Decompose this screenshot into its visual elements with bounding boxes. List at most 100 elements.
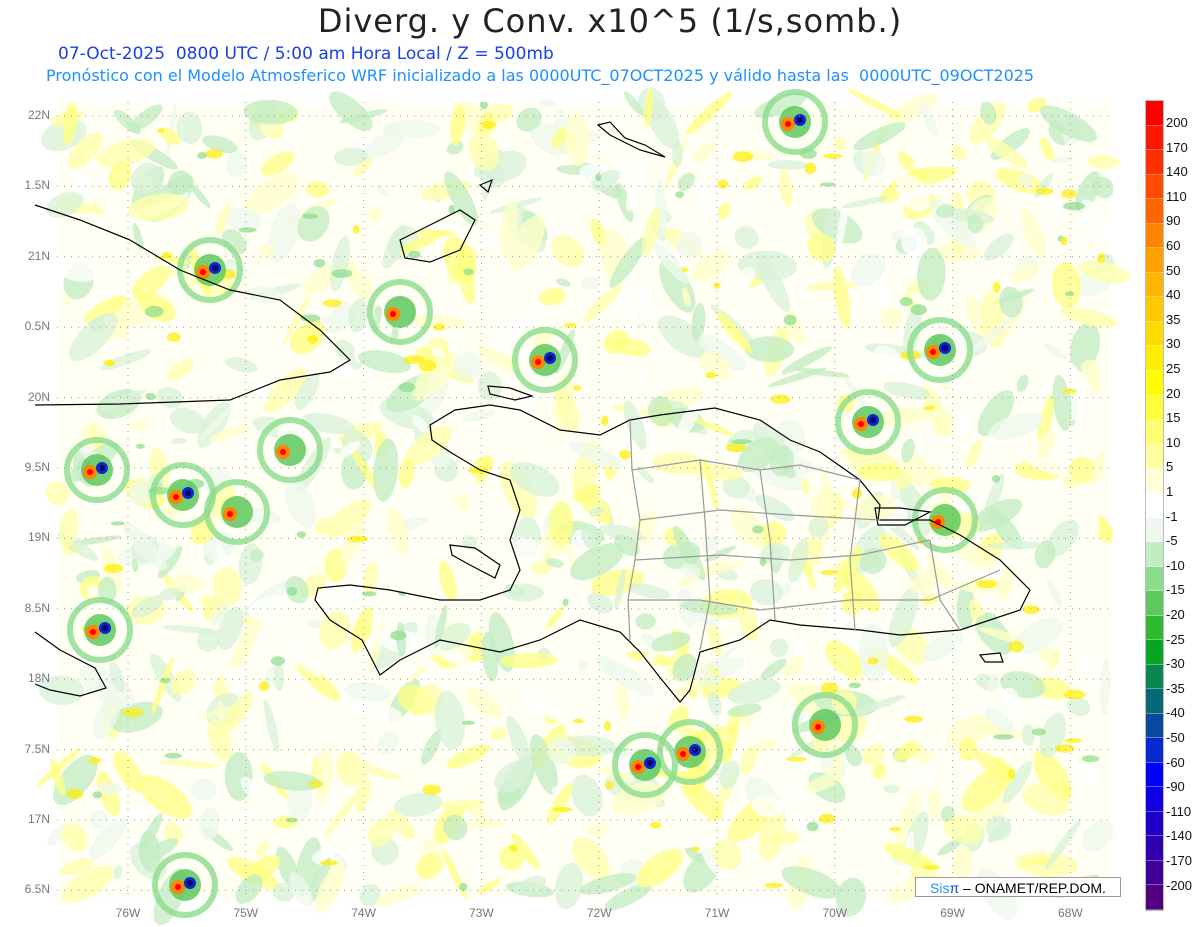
divergence-core — [930, 349, 936, 355]
colorbar-cell — [1146, 101, 1163, 126]
divergence-core — [858, 421, 864, 427]
colorbar-cell — [1146, 395, 1163, 420]
field-blob — [398, 382, 416, 393]
field-blob — [1035, 187, 1054, 195]
field-blob — [562, 598, 569, 607]
field-blob — [103, 563, 123, 573]
field-blob — [422, 784, 442, 795]
colorbar-cell — [1146, 125, 1163, 150]
field-blob — [403, 355, 425, 365]
field-blob — [302, 213, 319, 219]
convergence-core — [870, 417, 876, 423]
colorbar-label: 50 — [1166, 262, 1181, 278]
colorbar-cell — [1146, 370, 1163, 395]
colorbar-cell — [1146, 248, 1163, 273]
colorbar-label: 200 — [1166, 115, 1188, 130]
lon-label: 76W — [115, 906, 141, 920]
field-blob — [1064, 738, 1083, 743]
colorbar-cell — [1146, 468, 1163, 493]
field-blob — [770, 394, 791, 404]
colorbar-label: -5 — [1166, 533, 1178, 549]
colorbar-label: -20 — [1166, 607, 1185, 622]
colorbar-cell — [1146, 787, 1163, 812]
field-blob — [889, 826, 901, 832]
field-blob — [712, 282, 721, 289]
field-blob — [851, 488, 863, 499]
convergence-core — [797, 117, 803, 123]
lon-label: 72W — [586, 906, 612, 920]
colorbar-cell — [1146, 272, 1163, 297]
divergence-map — [34, 87, 1131, 926]
field-blob — [313, 258, 326, 268]
lon-label: 75W — [233, 906, 259, 920]
divergence-core — [90, 629, 96, 635]
convergence-core — [647, 760, 653, 766]
field-blob — [705, 372, 717, 379]
field-blob — [105, 360, 116, 367]
field-blob — [238, 227, 257, 233]
colorbar-label: -90 — [1166, 779, 1185, 795]
convergence-core — [185, 490, 191, 496]
colorbar-cell — [1146, 517, 1163, 542]
field-blob — [806, 821, 819, 832]
colorbar-cell — [1146, 615, 1163, 640]
field-blob — [92, 791, 102, 799]
colorbar-cell — [1146, 174, 1163, 199]
colorbar-cell — [1146, 885, 1163, 910]
lat-label: 0.5N — [24, 319, 50, 334]
credit-box: Sisπ – ONAMET/REP.DOM. — [915, 877, 1121, 897]
field-blob — [731, 439, 753, 444]
colorbar-cell — [1146, 542, 1163, 567]
lat-label: 19N — [27, 530, 50, 545]
field-blob — [390, 630, 407, 641]
field-blob — [459, 882, 468, 891]
field-blob — [992, 281, 1001, 293]
lon-label: 74W — [351, 906, 376, 920]
field-blob — [1064, 291, 1075, 297]
colorbar-label: -40 — [1166, 705, 1185, 721]
colorbar-cell — [1146, 738, 1163, 763]
colorbar-label: 20 — [1166, 385, 1181, 401]
colorbar-label: -10 — [1166, 557, 1185, 573]
field-blob — [408, 250, 421, 259]
colorbar-cell — [1146, 860, 1163, 885]
field-blob — [1054, 744, 1075, 753]
field-blob — [258, 681, 270, 691]
colorbar-label: 40 — [1166, 287, 1181, 303]
colorbar-cell — [1146, 591, 1163, 616]
colorbar-label: 15 — [1166, 410, 1181, 426]
colorbar-label: -1 — [1166, 508, 1178, 524]
field-blob — [122, 707, 144, 718]
divergence-core — [173, 494, 179, 500]
convergence-core — [212, 265, 218, 271]
colorbar-cell — [1146, 664, 1163, 689]
colorbar-cell — [1146, 640, 1163, 665]
field-blob — [136, 443, 145, 449]
colorbar-cell — [1146, 223, 1163, 248]
field-blob — [300, 314, 321, 323]
colorbar-label: -50 — [1166, 730, 1185, 745]
colorbar-label: -30 — [1166, 656, 1185, 672]
lat-label: 17N — [27, 812, 50, 826]
field-blob — [899, 297, 913, 307]
lat-label: 9.5N — [24, 460, 50, 474]
field-blob — [804, 162, 817, 174]
field-blob — [675, 191, 685, 198]
lat-label: 20N — [27, 389, 50, 404]
field-blob — [605, 781, 615, 790]
colorbar-cell — [1146, 811, 1163, 836]
field-blob — [509, 844, 518, 852]
field-blob — [619, 449, 631, 460]
colorbar-cell — [1146, 199, 1163, 224]
field-blob — [649, 821, 662, 829]
colorbar-label: -200 — [1166, 877, 1193, 893]
field-blob — [552, 806, 573, 813]
credit-org: – ONAMET/REP.DOM. — [959, 880, 1106, 896]
field-blob — [287, 586, 298, 596]
field-blob — [1096, 252, 1106, 264]
field-blob — [331, 269, 353, 278]
field-blob — [274, 662, 285, 692]
field-blob — [764, 882, 783, 888]
field-blob — [157, 128, 165, 133]
lat-label: 18N — [27, 671, 50, 686]
